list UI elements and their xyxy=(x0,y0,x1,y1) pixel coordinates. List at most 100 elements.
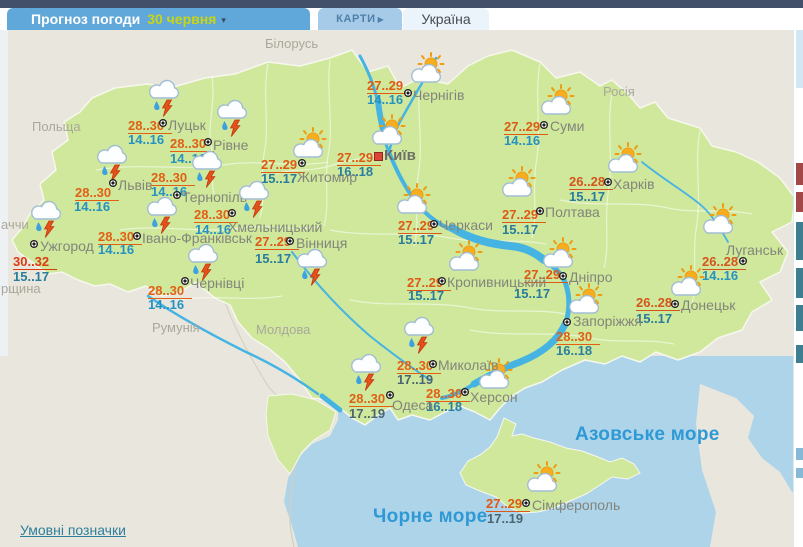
night-temp: 14..16 xyxy=(128,132,165,147)
sun-cloud-icon xyxy=(289,127,329,159)
night-temp: 15..17 xyxy=(398,232,435,247)
night-temp: 15..17 xyxy=(502,222,539,237)
tab-maps[interactable]: КАРТИ ▶ xyxy=(318,8,402,30)
city-marker[interactable] xyxy=(461,388,469,396)
night-temp: 15..17 xyxy=(255,251,292,266)
city-label[interactable]: Кропивницький xyxy=(447,275,546,289)
night-temp: 14..16 xyxy=(504,133,541,148)
night-temp: 17..19 xyxy=(487,511,524,526)
country-label: Румунія xyxy=(152,320,200,335)
city-label[interactable]: Миколаїв xyxy=(438,358,499,372)
sun-cloud-icon xyxy=(604,142,644,174)
country-label: Білорусь xyxy=(265,36,319,51)
storm-icon xyxy=(347,346,387,392)
city-marker[interactable] xyxy=(286,237,294,245)
legend-link[interactable]: Умовні позначки xyxy=(20,522,126,538)
sun-cloud-icon xyxy=(539,237,579,269)
storm-icon xyxy=(27,193,67,239)
city-marker[interactable] xyxy=(559,272,567,280)
night-temp: 15..17 xyxy=(569,189,606,204)
storm-icon xyxy=(400,309,440,355)
sea-label: Чорне море xyxy=(373,506,488,527)
night-temp: 14..16 xyxy=(702,268,739,283)
city-label[interactable]: Запоріжжя xyxy=(573,314,642,328)
city-marker[interactable] xyxy=(522,499,530,507)
city-marker[interactable] xyxy=(109,179,117,187)
city-marker[interactable] xyxy=(536,207,544,215)
city-label[interactable]: Суми xyxy=(550,119,584,133)
city-marker[interactable] xyxy=(298,159,306,167)
right-cutoff-panel xyxy=(793,30,803,547)
storm-icon xyxy=(143,189,183,235)
browser-top-strip xyxy=(0,0,803,8)
city-marker[interactable] xyxy=(159,119,167,127)
sun-cloud-icon xyxy=(523,461,563,493)
day-temp: 30..32 xyxy=(13,255,58,270)
country-label: Польща xyxy=(32,119,81,134)
city-label[interactable]: Ужгород xyxy=(40,239,94,253)
city-label[interactable]: Полтава xyxy=(545,205,600,219)
sun-cloud-icon xyxy=(498,166,538,198)
capital-marker[interactable] xyxy=(374,152,383,161)
city-label[interactable]: Луганськ xyxy=(726,243,783,257)
chevron-down-icon[interactable]: ▾ xyxy=(221,15,226,26)
night-temp: 14..16 xyxy=(367,92,404,107)
city-label[interactable]: Житомир xyxy=(297,170,357,184)
city-marker[interactable] xyxy=(604,178,612,186)
country-label: аччи xyxy=(1,217,29,232)
city-label[interactable]: Київ xyxy=(384,148,416,163)
tab-forecast[interactable]: Прогноз погоди 30 червня ▾ xyxy=(7,8,310,30)
city-marker[interactable] xyxy=(540,121,548,129)
sun-cloud-icon xyxy=(393,183,433,215)
date-selector[interactable]: 30 червня xyxy=(147,11,216,27)
night-temp: 16..18 xyxy=(556,343,593,358)
sun-cloud-icon xyxy=(445,240,485,272)
city-label[interactable]: Харків xyxy=(613,177,655,191)
city-label[interactable]: Черкаси xyxy=(439,218,493,232)
sun-cloud-icon xyxy=(537,84,577,116)
sun-cloud-icon xyxy=(699,203,739,235)
sun-cloud-icon xyxy=(667,265,707,297)
sun-cloud-icon xyxy=(565,283,605,315)
city-marker[interactable] xyxy=(438,277,446,285)
city-marker[interactable] xyxy=(30,240,38,248)
city-label[interactable]: Сімферополь xyxy=(532,498,620,512)
forecast-label: Прогноз погоди xyxy=(31,11,141,27)
maps-label: КАРТИ xyxy=(336,13,376,25)
storm-icon xyxy=(235,173,275,219)
night-temp: 17..19 xyxy=(397,372,434,387)
tab-bar: Прогноз погоди 30 червня ▾ КАРТИ ▶ Украї… xyxy=(0,8,803,30)
night-temp: 14..16 xyxy=(98,242,135,257)
night-temp: 15..17 xyxy=(13,269,50,284)
arrow-right-icon: ▶ xyxy=(377,14,384,24)
city-marker[interactable] xyxy=(133,232,141,240)
city-label[interactable]: Чернігів xyxy=(413,88,464,102)
night-temp: 14..16 xyxy=(74,199,111,214)
night-temp: 14..16 xyxy=(148,297,185,312)
city-marker[interactable] xyxy=(181,277,189,285)
city-label[interactable]: Одеса xyxy=(392,398,433,412)
night-temp: 17..19 xyxy=(349,406,386,421)
city-marker[interactable] xyxy=(228,209,236,217)
city-marker[interactable] xyxy=(404,89,412,97)
city-marker[interactable] xyxy=(429,360,437,368)
city-marker[interactable] xyxy=(671,300,679,308)
city-label[interactable]: Луцьк xyxy=(168,118,206,132)
city-label[interactable]: Чернівці xyxy=(190,276,244,290)
weather-forecast-page: { "header": { "forecast_label": "Прогноз… xyxy=(0,0,803,547)
city-marker[interactable] xyxy=(563,318,571,326)
tab-ukraine[interactable]: Україна xyxy=(403,8,489,30)
city-label[interactable]: Херсон xyxy=(470,390,518,404)
storm-icon xyxy=(145,72,185,118)
sea-label: Азовське море xyxy=(575,424,720,445)
city-label[interactable]: Дніпро xyxy=(569,270,612,284)
storm-icon xyxy=(213,92,253,138)
country-label: Молдова xyxy=(256,322,311,337)
city-label[interactable]: Вінниця xyxy=(296,236,347,250)
city-marker[interactable] xyxy=(430,220,438,228)
city-marker[interactable] xyxy=(739,257,747,265)
night-temp: 15..17 xyxy=(408,288,445,303)
sun-cloud-icon xyxy=(407,52,447,84)
country-label: Росія xyxy=(603,84,635,99)
city-label[interactable]: Донецьк xyxy=(681,298,735,312)
